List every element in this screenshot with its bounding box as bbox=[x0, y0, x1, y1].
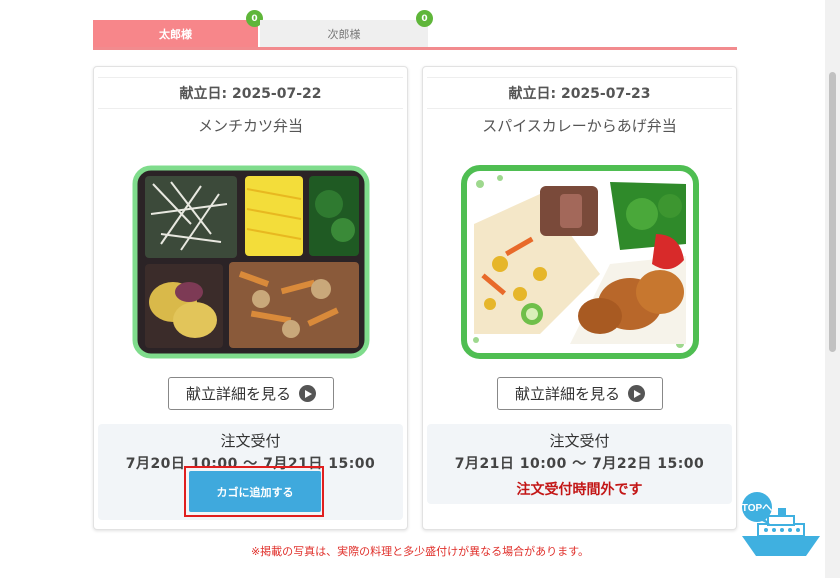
cart-count-badge: 0 bbox=[416, 10, 433, 27]
bento-photo bbox=[461, 165, 699, 359]
menu-name: スパイスカレーからあげ弁当 bbox=[482, 117, 677, 135]
add-to-cart-button[interactable]: カゴに追加する bbox=[189, 471, 321, 512]
order-title: 注文受付 bbox=[549, 432, 610, 450]
menu-name: メンチカツ弁当 bbox=[197, 117, 303, 135]
tab-taro[interactable]: 太郎様 0 bbox=[93, 10, 263, 47]
back-to-top-ship-icon[interactable]: TOPへ bbox=[740, 492, 822, 558]
detail-button-label: 献立詳細を見る bbox=[514, 385, 620, 403]
play-arrow-icon bbox=[299, 385, 316, 402]
recipient-tabs: 太郎様 0 次郎様 0 bbox=[93, 10, 737, 50]
play-arrow-icon bbox=[628, 385, 645, 402]
tab-label: 次郎様 bbox=[327, 27, 361, 41]
order-window: 注文受付 7月21日 10:00 ～ 7月22日 15:00 注文受付時間外です bbox=[427, 424, 732, 504]
tab-jiro[interactable]: 次郎様 0 bbox=[260, 10, 433, 47]
menu-date: 献立日: 2025-07-23 bbox=[427, 77, 732, 109]
page-scrollbar[interactable] bbox=[825, 0, 840, 578]
order-closed-status: 注文受付時間外です bbox=[516, 482, 643, 498]
detail-button-label: 献立詳細を見る bbox=[185, 385, 291, 403]
scrollbar-thumb[interactable] bbox=[829, 72, 836, 352]
tab-label: 太郎様 bbox=[159, 27, 192, 41]
order-window: 注文受付 7月20日 10:00 ～ 7月21日 15:00 カゴに追加する bbox=[98, 424, 403, 520]
view-menu-detail-button[interactable]: 献立詳細を見る bbox=[168, 377, 334, 410]
photo-disclaimer: ※掲載の写真は、実際の料理と多少盛付けが異なる場合があります。 bbox=[250, 545, 590, 558]
menu-date: 献立日: 2025-07-22 bbox=[98, 77, 403, 109]
top-button-label: TOPへ bbox=[742, 503, 772, 514]
menu-card: 献立日: 2025-07-22 メンチカツ弁当 献立詳細を見る 注文受付 7月2… bbox=[93, 66, 408, 530]
cart-button-highlight: カゴに追加する bbox=[184, 466, 324, 517]
order-title: 注文受付 bbox=[220, 432, 281, 450]
order-period: 7月21日 10:00 ～ 7月22日 15:00 bbox=[454, 456, 705, 472]
bento-photo bbox=[132, 165, 370, 359]
view-menu-detail-button[interactable]: 献立詳細を見る bbox=[497, 377, 663, 410]
menu-card: 献立日: 2025-07-23 スパイスカレーからあげ弁当 献立詳細を見る 注文… bbox=[422, 66, 737, 530]
